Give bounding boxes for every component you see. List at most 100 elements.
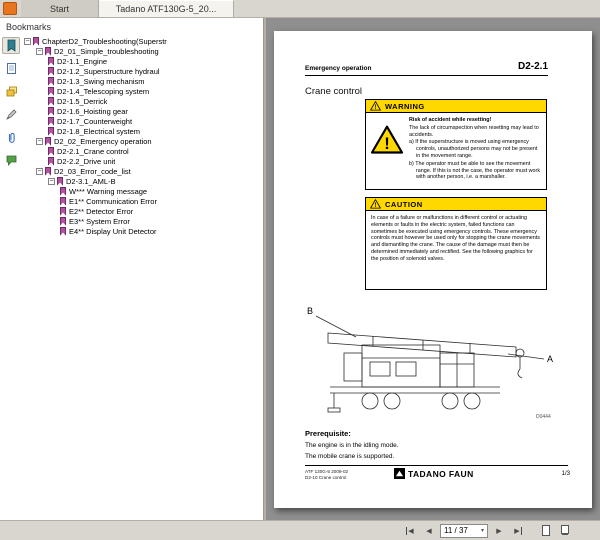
bookmark-label: D2-2.2_Drive unit: [57, 156, 116, 166]
bookmark-expander-icon[interactable]: −: [36, 167, 43, 175]
bookmark-item[interactable]: E3** System Error: [22, 216, 263, 226]
bookmark-ribbon-icon: [48, 96, 54, 106]
bookmark-item[interactable]: − D2-3.1_AML-B: [22, 176, 263, 186]
navigation-panel-strip: [0, 35, 22, 520]
tab-start-label: Start: [49, 3, 69, 14]
bookmarks-panel-content: − ChapterD2_Troubleshooting(Superstr − D2_0…: [0, 35, 263, 520]
crane-drawing-lines: [327, 332, 525, 413]
signature-panel-button[interactable]: [2, 106, 20, 123]
footer-line2: D2-10 Crane control: [305, 475, 347, 481]
pages-panel-button[interactable]: [2, 60, 20, 77]
bookmark-item[interactable]: D2-1.7_Counterweight: [22, 116, 263, 126]
bookmark-ribbon-icon: [45, 136, 51, 146]
footer-page-number: 1/3: [561, 471, 570, 477]
status-bar: ◀ ◀ 11 / 37 ▾ ▶ ▶: [0, 520, 600, 540]
bookmark-label: D2-1.5_Derrick: [57, 96, 108, 106]
paperclip-icon: [8, 132, 15, 143]
caution-text: In case of a failure or malfunctions in …: [371, 215, 540, 262]
bookmark-ribbon-icon: [57, 176, 63, 186]
page-header-right: D2-2.1: [517, 61, 548, 72]
bookmark-expander-icon[interactable]: −: [24, 37, 31, 45]
continuous-view-button[interactable]: [557, 523, 573, 538]
bookmark-label: ChapterD2_Troubleshooting(Superstr: [42, 36, 167, 46]
bookmark-expander-icon[interactable]: −: [36, 137, 43, 145]
bookmark-label: D2_01_Simple_troubleshooting: [54, 46, 159, 56]
bookmark-item[interactable]: D2-1.2_Superstructure hydraul: [22, 66, 263, 76]
warning-title: Risk of accident while resetting!: [409, 117, 492, 123]
footer-rule: [305, 465, 568, 466]
comments-panel-button[interactable]: [2, 152, 20, 169]
bookmark-item[interactable]: D2-1.6_Hoisting gear: [22, 106, 263, 116]
signature-pen-icon: [5, 109, 17, 120]
bookmark-item[interactable]: W*** Warning message: [22, 186, 263, 196]
last-page-icon: ▶: [514, 526, 522, 535]
next-page-button[interactable]: ▶: [491, 523, 507, 538]
footer-brand-text: TADANO FAUN: [408, 468, 474, 479]
bookmark-item[interactable]: E1** Communication Error: [22, 196, 263, 206]
page-number-input[interactable]: 11 / 37 ▾: [440, 523, 488, 538]
bookmark-label: D2-1.6_Hoisting gear: [57, 106, 128, 116]
bookmark-label: D2-1.4_Telescoping system: [57, 86, 150, 96]
attachments-panel-button[interactable]: [2, 129, 20, 146]
bookmark-item[interactable]: D2-1.5_Derrick: [22, 96, 263, 106]
bookmark-item[interactable]: D2-2.2_Drive unit: [22, 156, 263, 166]
svg-text:!: !: [374, 105, 376, 111]
last-page-button[interactable]: ▶: [510, 523, 526, 538]
single-page-icon: [542, 525, 550, 536]
page-header: Emergency operation D2-2.1: [305, 61, 548, 76]
crane-drawing: B A D0444: [307, 306, 553, 420]
svg-text:!: !: [374, 203, 376, 209]
tab-start[interactable]: Start: [21, 0, 99, 17]
crane-figure: B A D0444: [298, 301, 568, 421]
bookmark-ribbon-icon: [48, 146, 54, 156]
bookmarks-panel-button[interactable]: [2, 37, 20, 54]
warning-text: Risk of accident while resetting! The la…: [409, 117, 542, 181]
bookmark-item[interactable]: D2-1.1_Engine: [22, 56, 263, 66]
layers-panel-button[interactable]: [2, 83, 20, 100]
bookmark-item[interactable]: − ChapterD2_Troubleshooting(Superstr: [22, 36, 263, 46]
body-area: Bookmarks − ChapterD2_Troubleshooting(Su…: [0, 18, 600, 520]
bookmark-item[interactable]: E2** Detector Error: [22, 206, 263, 216]
document-canvas: Emergency operation D2-2.1 Crane control…: [266, 18, 600, 520]
bookmark-expander-icon[interactable]: −: [48, 177, 55, 185]
bookmark-expander-icon[interactable]: −: [36, 47, 43, 55]
bookmark-item[interactable]: − D2_01_Simple_troubleshooting: [22, 46, 263, 56]
page-title: Crane control: [305, 86, 363, 97]
bookmark-item[interactable]: E4** Display Unit Detector: [22, 226, 263, 236]
layers-panel-icon: [6, 86, 17, 97]
warning-intro: The lack of circumspection when resettin…: [409, 124, 539, 138]
bookmark-item[interactable]: − D2_03_Error_code_list: [22, 166, 263, 176]
bookmark-ribbon-icon: [60, 216, 66, 226]
bookmark-item[interactable]: D2-1.4_Telescoping system: [22, 86, 263, 96]
continuous-page-icon: [561, 525, 569, 534]
warning-header: ! WARNING: [366, 100, 546, 113]
bookmark-label: D2-1.2_Superstructure hydraul: [57, 66, 160, 76]
bookmark-panel-icon: [7, 39, 15, 52]
bookmark-ribbon-icon: [60, 226, 66, 236]
bookmark-item[interactable]: − D2_02_Emergency operation: [22, 136, 263, 146]
bookmark-label: D2-1.7_Counterweight: [57, 116, 133, 126]
prerequisite-item: The mobile crane is supported.: [305, 452, 395, 460]
bookmarks-panel-title: Bookmarks: [6, 22, 52, 32]
bookmark-label: D2-1.3_Swing mechanism: [57, 76, 145, 86]
tab-bar: Start Tadano ATF130G-5_20...: [0, 0, 600, 18]
single-page-view-button[interactable]: [538, 523, 554, 538]
figure-label-b: B: [307, 306, 313, 316]
bookmark-item[interactable]: D2-1.8_Electrical system: [22, 126, 263, 136]
bookmark-ribbon-icon: [48, 86, 54, 96]
first-page-button[interactable]: ◀: [402, 523, 418, 538]
next-page-icon: ▶: [496, 527, 502, 535]
previous-page-button[interactable]: ◀: [421, 523, 437, 538]
bookmark-label: D2-3.1_AML-B: [66, 176, 116, 186]
app-logo-icon[interactable]: [3, 2, 17, 15]
bookmark-ribbon-icon: [60, 186, 66, 196]
bookmark-label: E3** System Error: [69, 216, 130, 226]
bookmark-ribbon-icon: [60, 196, 66, 206]
caution-label: CAUTION: [385, 199, 423, 209]
page-dropdown-caret-icon[interactable]: ▾: [481, 527, 484, 534]
tab-document-label: Tadano ATF130G-5_20...: [115, 4, 217, 14]
bookmark-item[interactable]: D2-1.3_Swing mechanism: [22, 76, 263, 86]
tab-document[interactable]: Tadano ATF130G-5_20...: [99, 0, 234, 17]
bookmark-item[interactable]: D2-2.1_Crane control: [22, 146, 263, 156]
bookmark-ribbon-icon: [48, 76, 54, 86]
